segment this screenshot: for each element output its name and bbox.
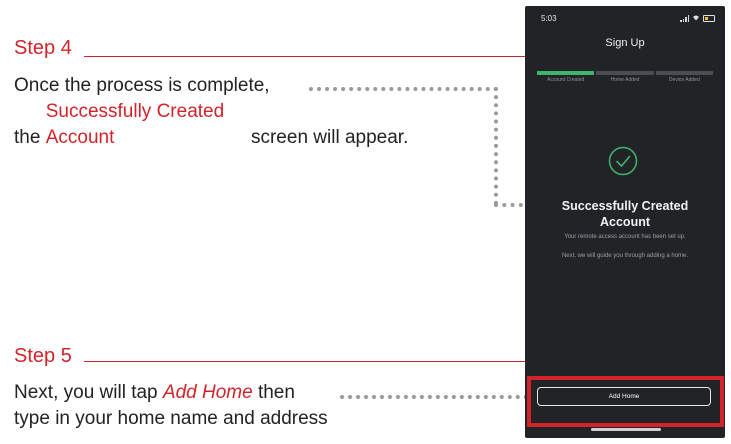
step4-text-line1: Once the process is complete, — [14, 75, 270, 96]
phone-screenshot: 5:03 Sign Up Account Created Home Added — [525, 6, 725, 438]
progress-label: Account Created — [547, 77, 585, 83]
add-home-highlight-box — [527, 376, 724, 427]
step5-text-part2: then — [252, 382, 295, 403]
step4-connector-top — [309, 87, 498, 91]
step4-connector-vertical — [494, 87, 498, 205]
step4-title: Step 4 — [14, 37, 72, 59]
step4-instructions: Once the process is complete, the Succes… — [14, 73, 408, 151]
step5-button-name: Add Home — [162, 382, 253, 403]
progress-bar-account-created — [537, 71, 595, 75]
tutorial-page: Step 4 Once the process is complete, the… — [0, 0, 731, 444]
signal-icon — [680, 15, 689, 22]
step4-text-part2: the — [14, 127, 46, 148]
progress-label: Home Added — [610, 77, 640, 83]
step5-title: Step 5 — [14, 345, 72, 367]
step4-screen-name: Successfully Created Account — [45, 101, 225, 148]
wifi-icon — [692, 14, 700, 23]
step5-divider — [84, 361, 525, 362]
step4-text-part3: screen will appear. — [245, 127, 409, 148]
signup-progress: Account Created Home Added Device Added — [537, 71, 713, 83]
step5-text-part1: Next, you will tap — [14, 382, 163, 403]
step5-text-line2: type in your home name and address — [14, 408, 328, 429]
step5-connector — [340, 395, 528, 399]
step5-instructions: Next, you will tap Add Home then type in… — [14, 380, 328, 432]
next-step-message: Next, we will guide you through adding a… — [561, 253, 689, 259]
progress-bar-home-added — [596, 71, 654, 75]
home-indicator[interactable] — [591, 428, 661, 431]
check-circle-icon — [608, 146, 638, 176]
progress-step-home-added: Home Added — [596, 71, 654, 83]
success-title: Successfully Created Account — [561, 199, 689, 229]
battery-icon — [703, 15, 715, 22]
progress-step-device-added: Device Added — [655, 71, 713, 83]
status-icons — [680, 14, 715, 23]
screen-title: Sign Up — [605, 37, 645, 49]
progress-bar-device-added — [655, 71, 713, 75]
progress-label: Device Added — [668, 77, 700, 83]
progress-step-account-created: Account Created — [537, 71, 595, 83]
status-time: 5:03 — [541, 14, 557, 23]
success-message: Your remote access account has been set … — [564, 234, 686, 240]
step4-divider — [84, 56, 525, 57]
